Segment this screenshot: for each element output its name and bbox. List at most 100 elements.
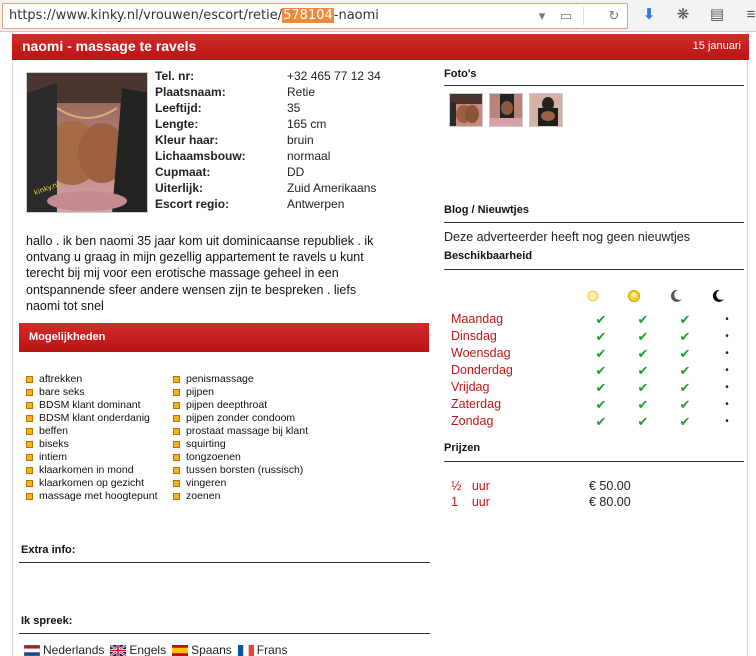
option-item: aftrekken [26, 373, 158, 386]
field-label: Plaatsnaam: [155, 85, 226, 99]
divider [19, 562, 430, 563]
afternoon-checks: ✔ ✔ ✔ ✔ ✔ ✔ ✔ [636, 311, 650, 430]
evening-checks: ✔ ✔ ✔ ✔ ✔ ✔ ✔ [678, 311, 692, 430]
photos-title: Foto's [444, 68, 477, 80]
check-icon: ✔ [637, 414, 649, 429]
field-label: Lichaamsbouw: [155, 149, 246, 163]
separator [583, 7, 597, 25]
field-value: bruin [287, 133, 314, 147]
dropdown-arrow-icon[interactable]: ▾ [535, 8, 549, 25]
option-item: squirting [173, 438, 308, 451]
mogelijkheden-header: Mogelijkheden [19, 323, 429, 352]
check-icon: ✔ [637, 329, 649, 344]
option-item: BDSM klant dominant [26, 399, 158, 412]
price-row: ½ uur € 50.00 [451, 478, 631, 494]
languages-list: Nederlands Engels Spaans Frans [24, 643, 293, 656]
options-column-2: penismassage pijpen pijpen deepthroat pi… [173, 373, 308, 503]
bullet-icon [173, 376, 180, 383]
price-duration: ½ uur [451, 479, 490, 493]
divider [444, 269, 744, 270]
check-icon: ✔ [637, 363, 649, 378]
bullet-icon [26, 480, 33, 487]
bullet-icon [173, 493, 180, 500]
bullet-icon [173, 402, 180, 409]
bullet-icon [173, 389, 180, 396]
option-item: bare seks [26, 386, 158, 399]
reader-view-icon[interactable]: ▭ [559, 8, 573, 25]
dot-icon: • [725, 365, 729, 376]
field-label: Uiterlijk: [155, 181, 204, 195]
download-icon[interactable]: ⬇ [640, 6, 658, 24]
evening-moon-icon [669, 289, 683, 306]
option-item: intiem [26, 451, 158, 464]
profile-photo[interactable]: kinky.nl [26, 72, 148, 213]
afternoon-sun-icon [627, 289, 641, 306]
reload-icon[interactable]: ↻ [607, 8, 621, 25]
check-icon: ✔ [637, 397, 649, 412]
photo-thumbnail[interactable] [489, 93, 523, 127]
es-flag-icon [172, 644, 189, 656]
day-label: Zaterdag [451, 397, 502, 411]
check-icon: ✔ [679, 346, 691, 361]
check-icon: ✔ [679, 312, 691, 327]
extra-info-title: Extra info: [21, 544, 76, 556]
url-selection: 578104 [282, 8, 334, 23]
check-icon: ✔ [679, 363, 691, 378]
url-text[interactable]: https://www.kinky.nl/vrouwen/escort/reti… [9, 8, 379, 23]
extension-icon[interactable]: ❋ [674, 6, 692, 24]
bullet-icon [26, 441, 33, 448]
price-duration: 1 uur [451, 495, 490, 509]
day-label: Zondag [451, 414, 494, 428]
menu-icon[interactable]: ≡ [742, 6, 756, 24]
bullet-icon [173, 428, 180, 435]
morning-checks: ✔ ✔ ✔ ✔ ✔ ✔ ✔ [594, 311, 608, 430]
ad-date: 15 januari [692, 40, 741, 52]
dot-icon: • [725, 331, 729, 342]
option-item: BDSM klant onderdanig [26, 412, 158, 425]
bullet-icon [26, 493, 33, 500]
bullet-icon [26, 415, 33, 422]
prices-title: Prijzen [444, 442, 481, 454]
day-label: Donderdag [451, 363, 513, 377]
photo-thumbnail[interactable] [529, 93, 563, 127]
option-item: pijpen deepthroat [173, 399, 308, 412]
divider [444, 85, 744, 86]
field-label: Leeftijd: [155, 101, 202, 115]
bullet-icon [173, 480, 180, 487]
field-label: Cupmaat: [155, 165, 211, 179]
night-moon-icon [711, 289, 725, 306]
field-label: Escort regio: [155, 197, 230, 211]
field-value: normaal [287, 149, 331, 163]
field-value: Antwerpen [287, 197, 345, 211]
field-value: Zuid Amerikaans [287, 181, 377, 195]
divider [444, 461, 744, 462]
uk-flag-icon [110, 644, 127, 656]
prices-list: ½ uur € 50.00 1 uur € 80.00 [451, 478, 631, 510]
check-icon: ✔ [595, 329, 607, 344]
language-item: Engels [110, 643, 166, 656]
check-icon: ✔ [595, 397, 607, 412]
check-icon: ✔ [679, 397, 691, 412]
language-item: Frans [237, 643, 287, 656]
profile-bio: hallo . ik ben naomi 35 jaar kom uit dom… [26, 234, 374, 313]
phone-value[interactable]: +32 465 77 12 34 [287, 68, 381, 84]
option-item: klaarkomen in mond [26, 464, 158, 477]
languages-title: Ik spreek: [21, 615, 73, 627]
field-value: DD [287, 165, 305, 179]
blog-text: Deze adverteerder heeft nog geen nieuwtj… [444, 230, 690, 244]
dot-icon: • [725, 348, 729, 359]
photo-thumbnail[interactable] [449, 93, 483, 127]
bullet-icon [26, 454, 33, 461]
option-item: massage met hoogtepunt [26, 490, 158, 503]
bullet-icon [173, 441, 180, 448]
dot-icon: • [725, 314, 729, 325]
day-label: Maandag [451, 312, 504, 326]
divider [19, 633, 430, 634]
divider [444, 222, 744, 223]
address-bar[interactable]: https://www.kinky.nl/vrouwen/escort/reti… [2, 3, 628, 29]
ad-title-bar: naomi - massage te ravels 15 januari [12, 34, 749, 60]
dot-icon: • [725, 416, 729, 427]
clipboard-icon[interactable]: ▤ [708, 6, 726, 24]
check-icon: ✔ [679, 380, 691, 395]
option-item: zoenen [173, 490, 308, 503]
